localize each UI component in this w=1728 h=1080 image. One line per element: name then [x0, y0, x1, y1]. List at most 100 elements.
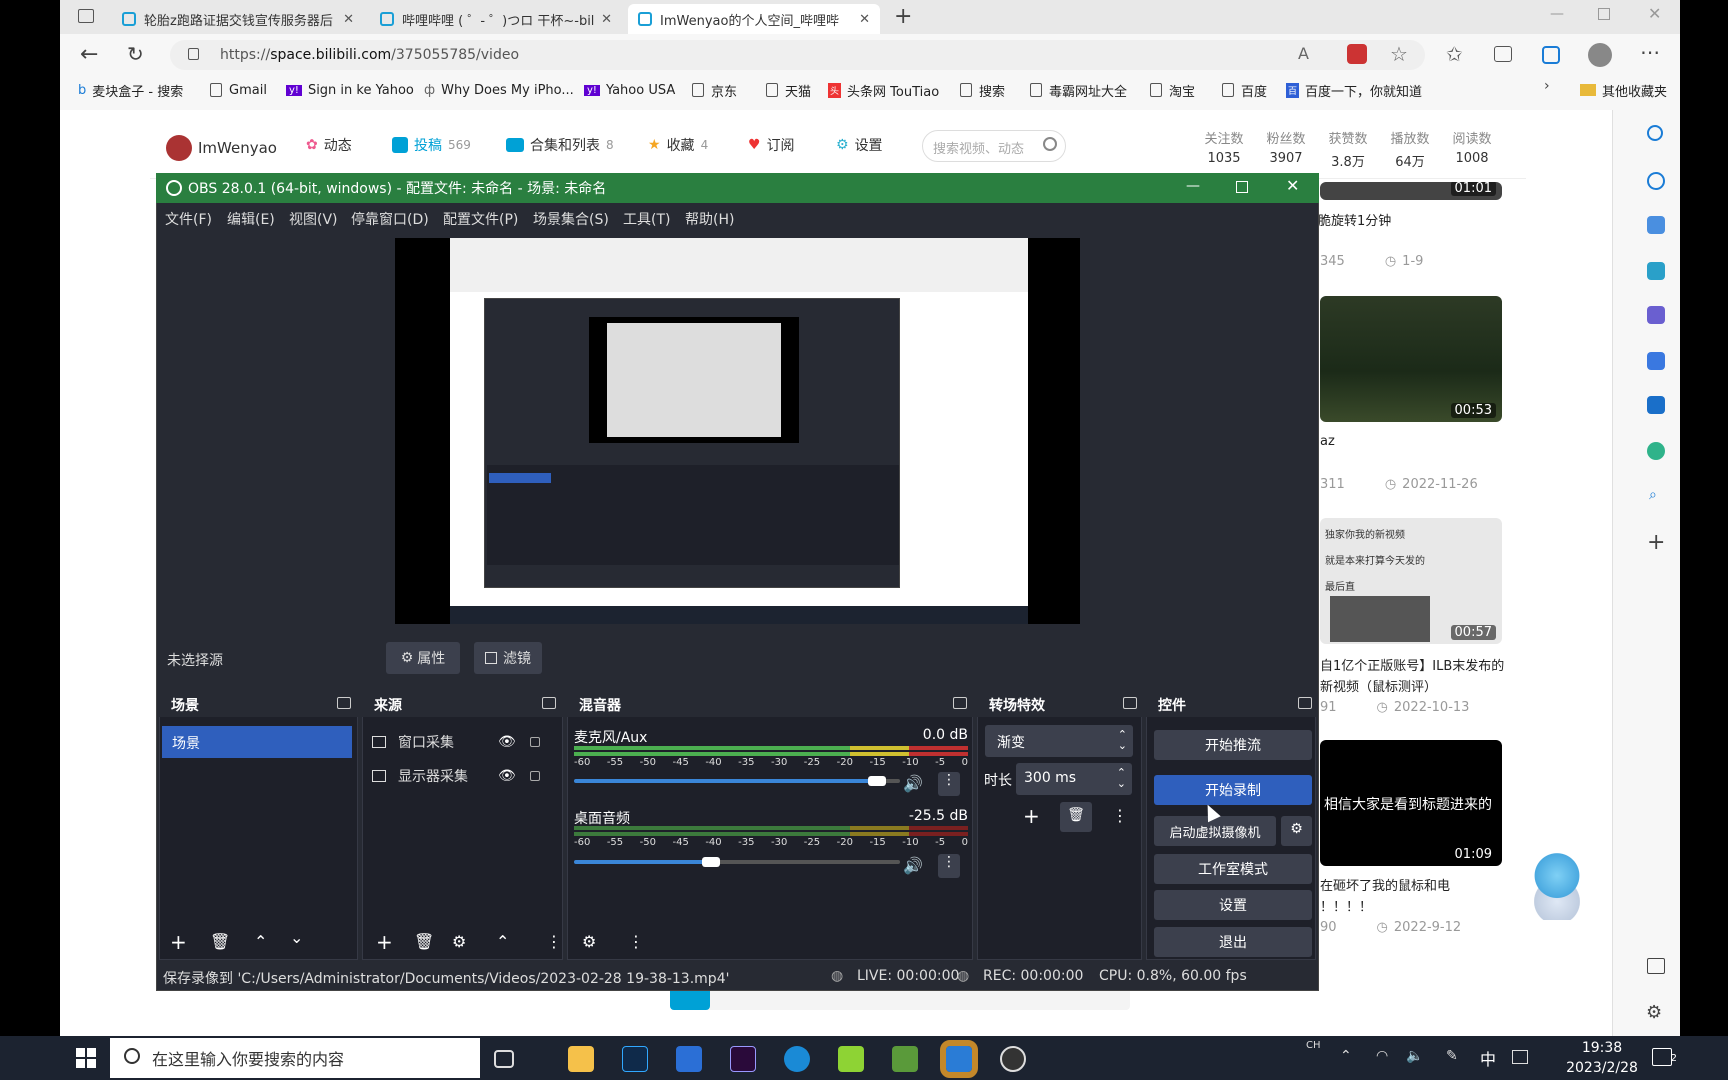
new-tab-button[interactable]: +	[894, 4, 912, 29]
bookmark-1[interactable]: Gmail	[210, 76, 267, 104]
chevron-up-icon[interactable]: ⌃	[1340, 1048, 1352, 1064]
close-icon[interactable]: ✕	[601, 12, 612, 27]
obs-maximize-button[interactable]	[1236, 181, 1248, 193]
scene-item[interactable]: 场景	[162, 726, 352, 758]
add-transition-button[interactable]: +	[1023, 806, 1040, 826]
menu-edit[interactable]: 编辑(E)	[227, 209, 275, 229]
task-view-icon[interactable]	[494, 1050, 514, 1068]
properties-button[interactable]: ⚙ 属性	[386, 642, 460, 674]
app-star-icon[interactable]	[940, 1040, 978, 1078]
menu-scene-collection[interactable]: 场景集合(S)	[533, 209, 609, 229]
bookmark-3[interactable]: ф Why Does My iPho...	[424, 76, 574, 104]
volume-slider-handle[interactable]	[868, 776, 887, 786]
start-recording-button[interactable]: 开始录制	[1154, 775, 1312, 805]
taskbar-search-input[interactable]: 在这里输入你要搜索的内容	[110, 1038, 480, 1078]
pcl-icon[interactable]	[676, 1046, 702, 1072]
obs-minimize-button[interactable]: —	[1186, 178, 1200, 194]
video-thumbnail[interactable]: 00:53	[1320, 296, 1502, 422]
notification-icon[interactable]: 2	[1652, 1048, 1677, 1066]
tab-1[interactable]: 轮胎z跑路证据交钱宣传服务器后 ✕	[112, 4, 364, 34]
tag-icon[interactable]	[1647, 216, 1665, 234]
menu-profile[interactable]: 配置文件(P)	[443, 209, 518, 229]
bookmark-11[interactable]: 百度	[1222, 76, 1267, 104]
space-search-input[interactable]: 搜索视频、动态	[922, 130, 1066, 162]
pen-icon[interactable]: ✎	[1446, 1048, 1458, 1064]
nav-uploads[interactable]: 投稿 569	[392, 135, 471, 155]
video-thumbnail[interactable]: 01:01	[1320, 182, 1502, 200]
address-bar[interactable]: https://space.bilibili.com/375055785/vid…	[170, 40, 1425, 70]
nav-subscriptions[interactable]: ♥ 订阅	[748, 135, 795, 155]
maximize-button[interactable]	[1598, 8, 1610, 20]
transition-select[interactable]: 渐变 ⌃ ⌄	[985, 725, 1133, 757]
add-source-button[interactable]: +	[376, 932, 393, 952]
mixer-menu-button[interactable]: ⋮	[628, 932, 644, 952]
search-icon[interactable]	[1043, 137, 1057, 151]
volume-slider[interactable]	[574, 860, 900, 864]
kook-icon[interactable]	[838, 1046, 864, 1072]
speaker-icon[interactable]: 🔊	[903, 774, 923, 794]
filters-button[interactable]: 滤镜	[474, 642, 542, 674]
bookmark-7[interactable]: 头头条网 TouTiao	[828, 76, 939, 104]
bookmark-9[interactable]: 毒霸网址大全	[1030, 76, 1127, 104]
video-thumbnail[interactable]: 独家你我的新视频 就是本来打算今天发的 最后直 00:57	[1320, 518, 1502, 644]
stat-fans[interactable]: 粉丝数 3907	[1256, 128, 1316, 166]
video-title[interactable]: 脆旋转1分钟	[1318, 210, 1391, 229]
photoshop-icon[interactable]	[622, 1046, 648, 1072]
favorite-icon[interactable]: ☆	[1390, 42, 1408, 66]
games-icon[interactable]	[1647, 306, 1665, 324]
close-icon[interactable]: ✕	[859, 12, 870, 27]
source-more-button[interactable]: ⋮	[546, 932, 562, 952]
source-item[interactable]: 窗口采集 👁	[372, 730, 558, 754]
remove-transition-button[interactable]: 🗑	[1060, 802, 1092, 832]
keyboard-icon[interactable]	[1512, 1050, 1528, 1064]
remove-scene-button[interactable]: 🗑	[210, 932, 230, 952]
menu-help[interactable]: 帮助(H)	[685, 209, 734, 229]
video-title[interactable]: az	[1320, 434, 1335, 449]
more-icon[interactable]: ⋯	[1640, 40, 1660, 64]
undock-icon[interactable]	[1123, 697, 1137, 709]
network-icon[interactable]: ◠	[1376, 1048, 1388, 1064]
edge-icon[interactable]	[784, 1046, 810, 1072]
undock-icon[interactable]	[542, 697, 556, 709]
channel-menu-button[interactable]: ⋮	[938, 854, 960, 878]
tab-2[interactable]: 哔哩哔哩 ( ゜- ゜)つロ 干杯~-bili ✕	[370, 4, 622, 34]
search-icon[interactable]	[1647, 125, 1663, 141]
bookmark-6[interactable]: 天猫	[766, 76, 811, 104]
bookmark-4[interactable]: y! Yahoo USA	[584, 76, 675, 104]
refresh-icon[interactable]: ↻	[127, 42, 144, 66]
scene-up-button[interactable]: ⌃	[254, 932, 267, 952]
clock-time[interactable]: 19:38	[1562, 1040, 1642, 1056]
expand-icon[interactable]	[1647, 958, 1665, 974]
undock-icon[interactable]	[953, 697, 967, 709]
stat-following[interactable]: 关注数 1035	[1194, 128, 1254, 166]
bookmark-10[interactable]: 淘宝	[1150, 76, 1195, 104]
visibility-icon[interactable]: 👁	[498, 768, 516, 784]
volume-slider[interactable]	[574, 779, 900, 783]
source-up-button[interactable]: ⌃	[496, 932, 509, 952]
bookmark-12[interactable]: 百百度一下，你就知道	[1286, 76, 1422, 104]
menu-tools[interactable]: 工具(T)	[623, 209, 670, 229]
video-title[interactable]: 自1亿个正版账号】ILB末发布的 新视频（鼠标测评）	[1320, 656, 1504, 698]
extension-icon[interactable]	[1347, 44, 1367, 64]
add-icon[interactable]: +	[1647, 530, 1665, 555]
clock-date[interactable]: 2023/2/28	[1562, 1060, 1642, 1076]
close-window-button[interactable]: ✕	[1648, 4, 1661, 23]
transition-menu-button[interactable]: ⋮	[1112, 806, 1128, 826]
start-virtual-camera-button[interactable]: 启动虚拟摄像机	[1154, 816, 1276, 846]
lock-icon[interactable]	[530, 771, 540, 781]
remove-source-button[interactable]: 🗑	[414, 932, 434, 952]
undock-icon[interactable]	[337, 697, 351, 709]
source-item[interactable]: 显示器采集 👁	[372, 764, 558, 788]
obs-taskbar-icon[interactable]	[1000, 1046, 1026, 1072]
mascot-image[interactable]	[1524, 846, 1590, 920]
scene-down-button[interactable]: ⌄	[290, 928, 303, 948]
bookmark-5[interactable]: 京东	[692, 76, 737, 104]
collections-icon[interactable]	[1494, 46, 1512, 62]
virtual-camera-settings-button[interactable]: ⚙	[1281, 816, 1312, 846]
outlook-icon[interactable]	[1647, 396, 1665, 414]
back-icon[interactable]: ←	[80, 42, 98, 67]
studio-mode-button[interactable]: 工作室模式	[1154, 854, 1312, 884]
user-profile[interactable]: ImWenyao	[166, 135, 277, 161]
nav-settings[interactable]: ⚙ 设置	[836, 135, 883, 155]
other-bookmarks[interactable]: 其他收藏夹	[1580, 76, 1667, 104]
